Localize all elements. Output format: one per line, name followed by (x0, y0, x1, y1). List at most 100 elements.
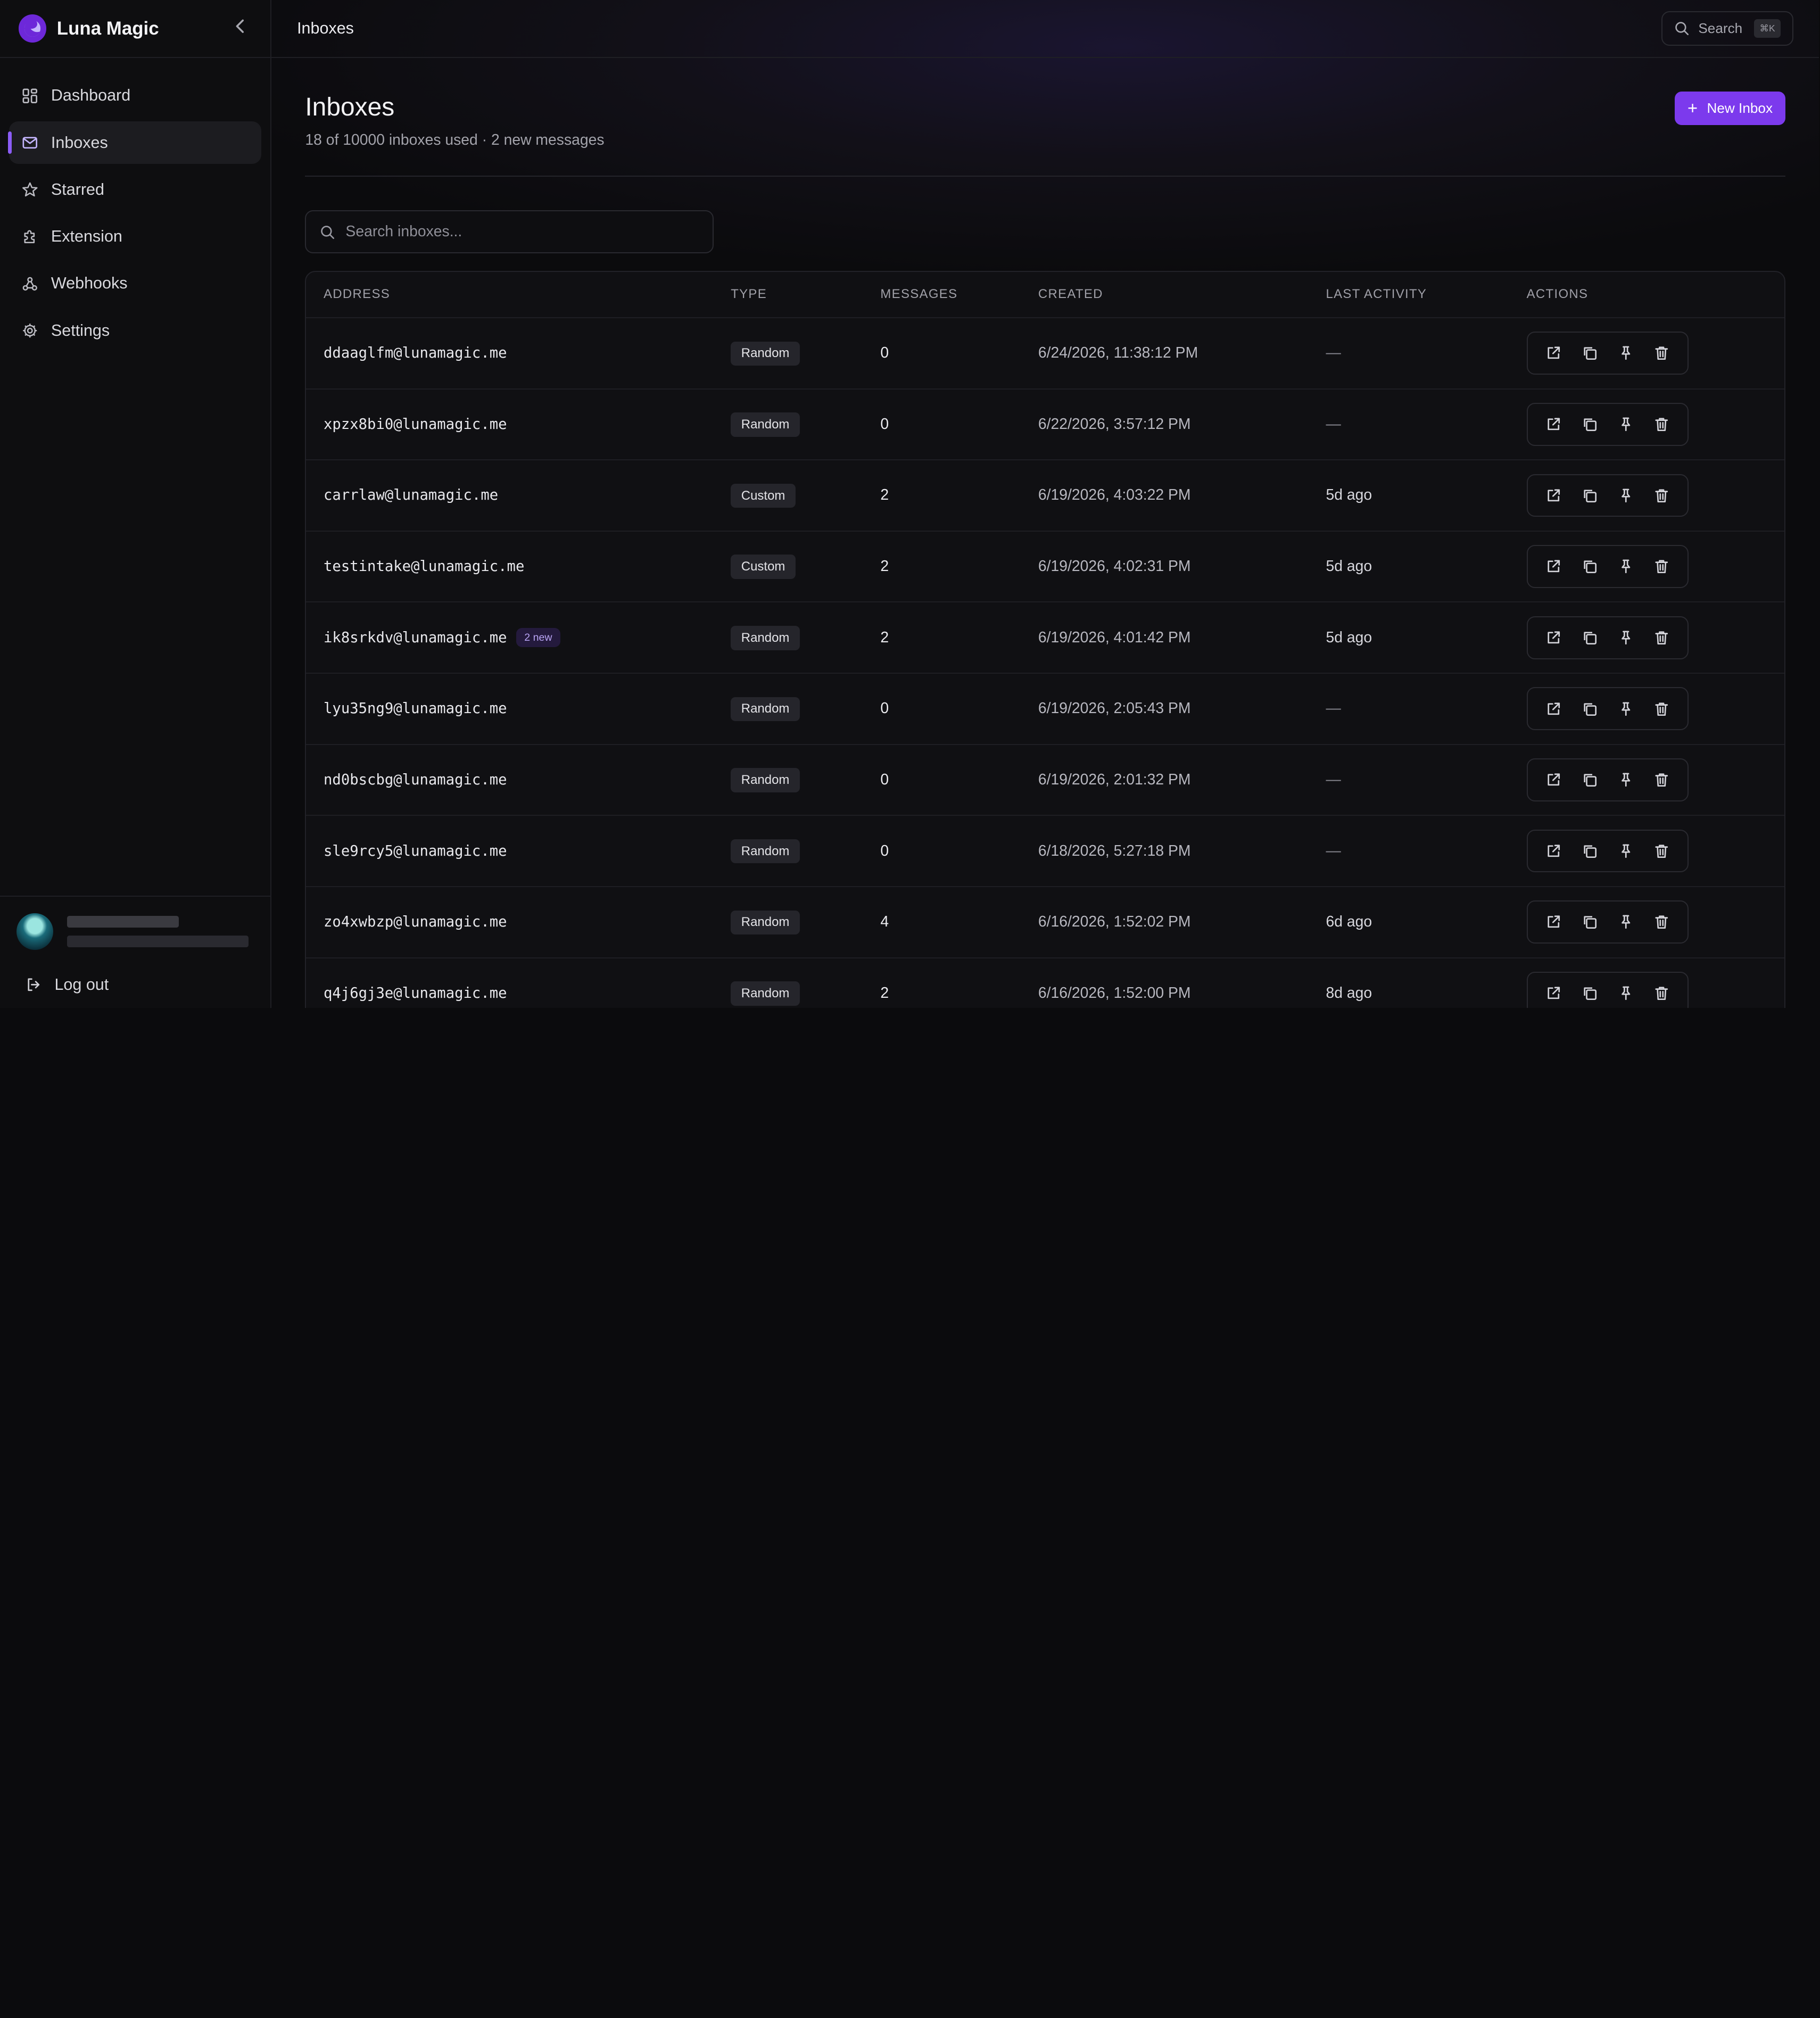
inbox-address[interactable]: ddaaglfm@lunamagic.me (324, 345, 507, 361)
address-cell: nd0bscbg@lunamagic.me (324, 772, 731, 788)
trash-icon[interactable] (1644, 335, 1680, 371)
sidebar-item-inboxes[interactable]: Inboxes (8, 121, 261, 164)
type-cell: Random (731, 341, 880, 366)
type-cell: Random (731, 767, 880, 792)
trash-icon[interactable] (1644, 762, 1680, 798)
inbox-address[interactable]: lyu35ng9@lunamagic.me (324, 700, 507, 717)
last-activity: 5d ago (1326, 486, 1372, 504)
column-header-last-activity[interactable]: LAST ACTIVITY (1326, 287, 1527, 302)
external-link-icon[interactable] (1536, 904, 1572, 940)
table-row[interactable]: lyu35ng9@lunamagic.me Random 0 6/19/2026… (306, 674, 1785, 745)
pin-icon[interactable] (1608, 762, 1644, 798)
copy-icon[interactable] (1571, 975, 1608, 1008)
trash-icon[interactable] (1644, 477, 1680, 514)
trash-icon[interactable] (1644, 833, 1680, 869)
external-link-icon[interactable] (1536, 833, 1572, 869)
table-row[interactable]: carrlaw@lunamagic.me Custom 2 6/19/2026,… (306, 460, 1785, 532)
message-count: 4 (880, 913, 889, 931)
pin-icon[interactable] (1608, 975, 1644, 1008)
pin-icon[interactable] (1608, 477, 1644, 514)
created-date: 6/19/2026, 2:01:32 PM (1038, 771, 1191, 788)
trash-icon[interactable] (1644, 619, 1680, 656)
external-link-icon[interactable] (1536, 477, 1572, 514)
inbox-address[interactable]: testintake@lunamagic.me (324, 558, 524, 575)
inbox-search-input[interactable]: Search inboxes... (305, 210, 714, 253)
inbox-address[interactable]: xpzx8bi0@lunamagic.me (324, 416, 507, 433)
last-activity: — (1326, 771, 1341, 788)
table-row[interactable]: testintake@lunamagic.me Custom 2 6/19/20… (306, 532, 1785, 603)
logout-button[interactable]: Log out (16, 975, 254, 994)
copy-icon[interactable] (1571, 477, 1608, 514)
global-search-button[interactable]: Search ⌘K (1661, 11, 1794, 46)
sidebar-item-extension[interactable]: Extension (9, 215, 261, 258)
copy-icon[interactable] (1571, 407, 1608, 443)
inbox-address[interactable]: sle9rcy5@lunamagic.me (324, 843, 507, 859)
pin-icon[interactable] (1608, 833, 1644, 869)
sidebar-item-label: Inboxes (51, 133, 108, 152)
sidebar-item-dashboard[interactable]: Dashboard (9, 75, 261, 118)
gear-icon (22, 322, 38, 339)
external-link-icon[interactable] (1536, 691, 1572, 727)
external-link-icon[interactable] (1536, 762, 1572, 798)
trash-icon[interactable] (1644, 407, 1680, 443)
table-row[interactable]: ddaaglfm@lunamagic.me Random 0 6/24/2026… (306, 318, 1785, 390)
copy-icon[interactable] (1571, 691, 1608, 727)
created-date: 6/19/2026, 4:03:22 PM (1038, 486, 1191, 504)
actions-cell (1526, 971, 1784, 1008)
row-actions (1526, 829, 1689, 873)
inbox-address[interactable]: zo4xwbzp@lunamagic.me (324, 914, 507, 930)
address-cell: ik8srkdv@lunamagic.me 2 new (324, 628, 731, 648)
external-link-icon[interactable] (1536, 407, 1572, 443)
copy-icon[interactable] (1571, 904, 1608, 940)
column-header-address[interactable]: ADDRESS (324, 287, 731, 302)
pin-icon[interactable] (1608, 691, 1644, 727)
main-content: Inboxes Search ⌘K Inboxes 18 of 10000 in… (271, 0, 1819, 1008)
column-header-type[interactable]: TYPE (731, 287, 880, 302)
inbox-address[interactable]: ik8srkdv@lunamagic.me (324, 630, 507, 646)
pin-icon[interactable] (1608, 407, 1644, 443)
sidebar-footer: Log out (0, 896, 270, 1008)
column-header-messages[interactable]: MESSAGES (880, 287, 1038, 302)
trash-icon[interactable] (1644, 691, 1680, 727)
row-actions (1526, 474, 1689, 517)
copy-icon[interactable] (1571, 549, 1608, 585)
pin-icon[interactable] (1608, 904, 1644, 940)
external-link-icon[interactable] (1536, 619, 1572, 656)
copy-icon[interactable] (1571, 833, 1608, 869)
inbox-address[interactable]: carrlaw@lunamagic.me (324, 487, 498, 503)
inbox-address[interactable]: q4j6gj3e@lunamagic.me (324, 985, 507, 1002)
external-link-icon[interactable] (1536, 975, 1572, 1008)
table-row[interactable]: zo4xwbzp@lunamagic.me Random 4 6/16/2026… (306, 887, 1785, 958)
trash-icon[interactable] (1644, 904, 1680, 940)
column-header-created[interactable]: CREATED (1038, 287, 1326, 302)
type-badge: Random (731, 697, 800, 722)
table-row[interactable]: xpzx8bi0@lunamagic.me Random 0 6/22/2026… (306, 390, 1785, 461)
table-row[interactable]: sle9rcy5@lunamagic.me Random 0 6/18/2026… (306, 816, 1785, 887)
header-divider (305, 175, 1786, 177)
new-inbox-button[interactable]: + New Inbox (1674, 92, 1786, 126)
pin-icon[interactable] (1608, 619, 1644, 656)
table-row[interactable]: nd0bscbg@lunamagic.me Random 0 6/19/2026… (306, 745, 1785, 816)
sidebar: Luna Magic Dashboard Inboxes Starred Ext… (0, 0, 272, 1008)
last-activity: 6d ago (1326, 913, 1372, 931)
table-row[interactable]: q4j6gj3e@lunamagic.me Random 2 6/16/2026… (306, 958, 1784, 1008)
trash-icon[interactable] (1644, 549, 1680, 585)
sidebar-item-webhooks[interactable]: Webhooks (9, 262, 261, 305)
row-actions (1526, 545, 1689, 588)
copy-icon[interactable] (1571, 619, 1608, 656)
sidebar-item-settings[interactable]: Settings (9, 309, 261, 352)
user-profile[interactable] (16, 913, 254, 950)
collapse-sidebar-icon[interactable] (229, 18, 252, 39)
copy-icon[interactable] (1571, 335, 1608, 371)
trash-icon[interactable] (1644, 975, 1680, 1008)
pin-icon[interactable] (1608, 549, 1644, 585)
external-link-icon[interactable] (1536, 335, 1572, 371)
table-row[interactable]: ik8srkdv@lunamagic.me 2 new Random 2 6/1… (306, 602, 1785, 674)
sidebar-item-starred[interactable]: Starred (9, 168, 261, 211)
copy-icon[interactable] (1571, 762, 1608, 798)
pin-icon[interactable] (1608, 335, 1644, 371)
message-count: 2 (880, 558, 889, 575)
inbox-address[interactable]: nd0bscbg@lunamagic.me (324, 772, 507, 788)
last-activity: 8d ago (1326, 984, 1372, 1002)
external-link-icon[interactable] (1536, 549, 1572, 585)
